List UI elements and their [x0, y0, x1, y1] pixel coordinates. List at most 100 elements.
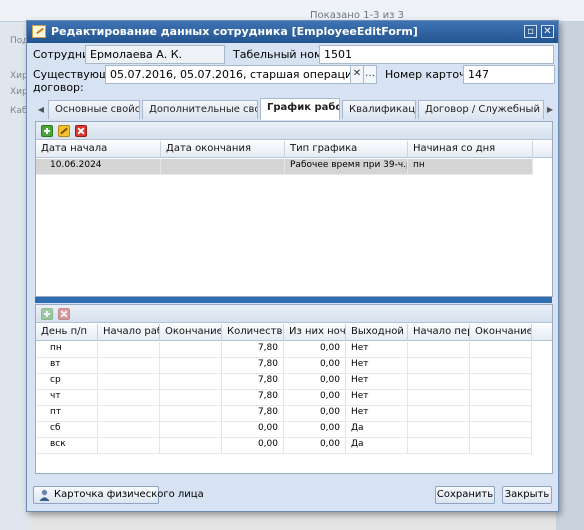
break-end: [470, 422, 532, 437]
close-icon[interactable]: ✕: [541, 25, 554, 38]
table-row[interactable]: 10.06.2024 Рабочее время при 39-ч.р.н. п…: [36, 159, 533, 175]
day-name: вск: [36, 438, 98, 453]
day-off: Нет: [346, 406, 408, 421]
night-hours: 0,00: [284, 422, 346, 437]
tab-qualification[interactable]: Квалификация: [342, 100, 416, 119]
days-grid-header: День п/п Начало раб... Окончание ... Кол…: [36, 324, 552, 341]
table-row[interactable]: сб 0,00 0,00 Да: [36, 422, 532, 438]
break-start: [408, 390, 470, 405]
column-header[interactable]: Начало пер...: [408, 324, 470, 341]
column-header[interactable]: Дата окончания: [161, 141, 285, 158]
break-end: [470, 374, 532, 389]
work-start: [98, 342, 160, 357]
delete-icon[interactable]: [75, 125, 87, 137]
day-off: Нет: [346, 374, 408, 389]
column-header[interactable]: Начиная со дня: [408, 141, 533, 158]
column-header[interactable]: Выходной: [346, 324, 408, 341]
break-end: [470, 342, 532, 357]
day-name: сб: [36, 422, 98, 437]
table-row[interactable]: ср 7,80 0,00 Нет: [36, 374, 532, 390]
background-header: Показано 1-3 из 3: [0, 0, 584, 22]
column-header[interactable]: Окончание ...: [160, 324, 222, 341]
day-name: вт: [36, 358, 98, 373]
schedule-from-day: пн: [408, 159, 533, 174]
background-label: Каб: [10, 106, 28, 116]
day-off: Нет: [346, 342, 408, 357]
column-header[interactable]: Окончание ...: [470, 324, 532, 341]
work-end: [160, 406, 222, 421]
table-row[interactable]: вт 7,80 0,00 Нет: [36, 358, 532, 374]
table-row[interactable]: вск 0,00 0,00 Да: [36, 438, 532, 454]
hours-count: 0,00: [222, 438, 284, 453]
contract-field[interactable]: 05.07.2016, 05.07.2016, старшая операцио…: [105, 65, 351, 84]
break-start: [408, 342, 470, 357]
night-hours: 0,00: [284, 374, 346, 389]
work-start: [98, 406, 160, 421]
hours-count: 7,80: [222, 390, 284, 405]
hours-count: 7,80: [222, 342, 284, 357]
employee-edit-window: Редактирование данных сотрудника [Employ…: [26, 20, 559, 512]
work-start: [98, 390, 160, 405]
day-off: Да: [346, 438, 408, 453]
tab-main-properties[interactable]: Основные свойства: [48, 100, 140, 119]
background-panel: [556, 22, 584, 530]
table-row[interactable]: пн 7,80 0,00 Нет: [36, 342, 532, 358]
edit-icon[interactable]: [58, 125, 70, 137]
hours-count: 7,80: [222, 406, 284, 421]
column-header[interactable]: Дата начала: [36, 141, 161, 158]
person-card-button[interactable]: Карточка физического лица: [33, 486, 204, 504]
column-header[interactable]: Тип графика: [285, 141, 408, 158]
tab-work-schedule[interactable]: График работы: [260, 98, 340, 120]
edit-form-icon: [32, 25, 46, 38]
delete-icon[interactable]: [58, 308, 70, 320]
tab-contract[interactable]: Договор / Служебный контракт: [418, 100, 544, 119]
work-end: [160, 342, 222, 357]
tab-additional-properties[interactable]: Дополнительные свойства: [142, 100, 258, 119]
table-row[interactable]: пт 7,80 0,00 Нет: [36, 406, 532, 422]
work-start: [98, 422, 160, 437]
card-number-field[interactable]: 147: [463, 65, 555, 84]
column-header[interactable]: Из них ночн...: [284, 324, 346, 341]
work-start: [98, 358, 160, 373]
day-name: ср: [36, 374, 98, 389]
restore-icon[interactable]: ▫: [524, 25, 537, 38]
person-card-label: Карточка физического лица: [54, 489, 204, 500]
days-toolbar: [36, 305, 552, 323]
break-end: [470, 390, 532, 405]
break-start: [408, 438, 470, 453]
work-end: [160, 374, 222, 389]
tab-strip: ◀ Основные свойства Дополнительные свойс…: [35, 98, 556, 120]
day-name: пн: [36, 342, 98, 357]
day-off: Нет: [346, 358, 408, 373]
column-header[interactable]: День п/п: [36, 324, 98, 341]
hours-count: 0,00: [222, 422, 284, 437]
night-hours: 0,00: [284, 390, 346, 405]
clear-icon[interactable]: ✕: [350, 65, 364, 84]
add-icon[interactable]: [41, 125, 53, 137]
column-header[interactable]: Количество ...: [222, 324, 284, 341]
ellipsis-icon[interactable]: …: [363, 65, 377, 84]
close-button[interactable]: Закрыть: [502, 486, 552, 504]
schedules-toolbar: [36, 122, 552, 140]
save-button[interactable]: Сохранить: [435, 486, 495, 504]
column-header[interactable]: Начало раб...: [98, 324, 160, 341]
employee-field[interactable]: Ермолаева А. К.: [85, 45, 225, 64]
days-panel: День п/п Начало раб... Окончание ... Кол…: [35, 304, 553, 474]
night-hours: 0,00: [284, 358, 346, 373]
tab-scroll-left-icon[interactable]: ◀: [35, 101, 47, 119]
table-row[interactable]: чт 7,80 0,00 Нет: [36, 390, 532, 406]
tab-scroll-right-icon[interactable]: ▶: [544, 101, 556, 119]
work-end: [160, 438, 222, 453]
add-icon[interactable]: [41, 308, 53, 320]
day-off: Да: [346, 422, 408, 437]
day-name: чт: [36, 390, 98, 405]
night-hours: 0,00: [284, 342, 346, 357]
panel-splitter[interactable]: [35, 297, 552, 303]
window-titlebar[interactable]: Редактирование данных сотрудника [Employ…: [27, 21, 558, 43]
night-hours: 0,00: [284, 438, 346, 453]
break-end: [470, 438, 532, 453]
work-start: [98, 438, 160, 453]
hours-count: 7,80: [222, 374, 284, 389]
tab-number-field[interactable]: 1501: [319, 45, 554, 64]
person-icon: [39, 489, 50, 501]
